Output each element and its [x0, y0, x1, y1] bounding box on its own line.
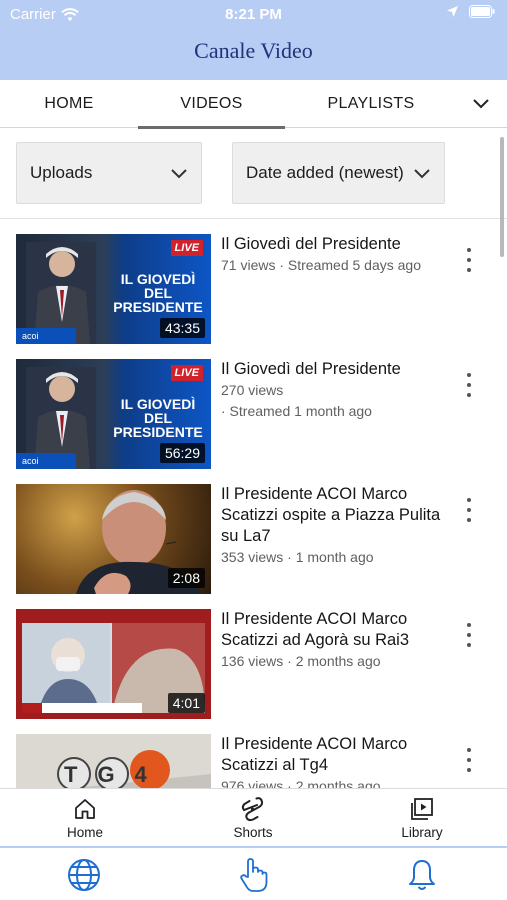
more-dot: [467, 623, 471, 627]
status-time: 8:21 PM: [225, 6, 282, 23]
video-thumbnail[interactable]: 2:08: [16, 484, 211, 594]
bottom-tab-label: Library: [401, 825, 443, 840]
video-info: Il Presidente ACOI Marco Scatizzi al Tg4…: [221, 734, 449, 788]
video-info: Il Presidente ACOI Marco Scatizzi ospite…: [221, 484, 449, 568]
more-dot: [467, 633, 471, 637]
video-list: LIVE IL GIOVEDÌ DEL PRESIDENTE acoi 43:3…: [0, 220, 507, 788]
thumbnail-label: TG4: [64, 762, 167, 787]
bottom-tab-label: Home: [66, 825, 103, 840]
live-badge: LIVE: [170, 240, 203, 256]
more-dot: [467, 268, 471, 272]
video-meta: 136 views · 2 months ago: [221, 653, 381, 669]
more-dot: [467, 258, 471, 262]
bottom-tab-bar: Home Shorts Library: [0, 788, 507, 846]
thumbnail-title: IL GIOVEDÌ DEL PRESIDENTE: [113, 271, 203, 315]
library-icon: [411, 798, 433, 820]
video-meta: 71 views · Streamed 5 days ago: [221, 257, 421, 273]
video-title[interactable]: Il Presidente ACOI Marco Scatizzi al Tg4: [221, 734, 449, 776]
video-duration: 56:29: [159, 443, 205, 463]
more-dot: [467, 498, 471, 502]
sort-dropdown-value: Date added (newest): [246, 163, 404, 182]
status-right: [446, 5, 495, 18]
more-options-button[interactable]: [461, 623, 477, 647]
video-title[interactable]: Il Giovedì del Presidente: [221, 234, 449, 255]
video-duration: 2:08: [167, 568, 205, 588]
more-dot: [467, 383, 471, 387]
bottom-tab-library[interactable]: Library: [362, 795, 482, 840]
thumbnail-title: IL GIOVEDÌ DEL PRESIDENTE: [113, 396, 203, 440]
uploads-dropdown[interactable]: Uploads: [16, 142, 202, 204]
video-info: Il Giovedì del Presidente 270 views · St…: [221, 359, 449, 422]
location-arrow-icon: [447, 6, 458, 17]
chevron-down-icon: [473, 99, 489, 109]
more-options-button[interactable]: [461, 373, 477, 397]
video-thumbnail[interactable]: LIVE IL GIOVEDÌ DEL PRESIDENTE acoi 43:3…: [16, 234, 211, 344]
tab-playlists[interactable]: PLAYLISTS: [285, 80, 457, 128]
video-row[interactable]: TG4 Il Presidente ACOI Marco Scatizzi al…: [0, 720, 507, 788]
video-thumbnail[interactable]: LIVE IL GIOVEDÌ DEL PRESIDENTE acoi 56:2…: [16, 359, 211, 469]
more-options-button[interactable]: [461, 248, 477, 272]
more-options-button[interactable]: [461, 498, 477, 522]
video-title[interactable]: Il Presidente ACOI Marco Scatizzi ad Ago…: [221, 609, 449, 651]
video-row[interactable]: 2:08 Il Presidente ACOI Marco Scatizzi o…: [0, 470, 507, 594]
tabs-more-button[interactable]: [467, 90, 495, 118]
more-dot: [467, 518, 471, 522]
thumbnail-logo: acoi: [16, 328, 76, 344]
shorts-icon: [241, 797, 264, 822]
uploads-dropdown-value: Uploads: [30, 163, 93, 182]
video-views: 270 views: [221, 382, 284, 398]
video-duration: 4:01: [167, 693, 205, 713]
bell-icon: [409, 860, 435, 890]
video-thumbnail[interactable]: TG4: [16, 734, 211, 788]
app-bar: [0, 846, 507, 900]
chevron-down-icon: [414, 169, 430, 179]
video-meta: 976 views · 2 months ago: [221, 778, 381, 788]
more-dot: [467, 758, 471, 762]
chevron-down-icon: [171, 169, 187, 179]
touch-button[interactable]: [233, 856, 273, 894]
tab-home[interactable]: HOME: [0, 80, 138, 128]
hand-pointer-icon: [240, 858, 268, 892]
bottom-tab-shorts[interactable]: Shorts: [193, 795, 313, 840]
live-badge: LIVE: [170, 365, 203, 381]
more-dot: [467, 508, 471, 512]
channel-tabs: HOME VIDEOS PLAYLISTS: [0, 80, 507, 129]
page-title: Canale Video: [194, 38, 313, 63]
video-info: Il Presidente ACOI Marco Scatizzi ad Ago…: [221, 609, 449, 672]
filter-bar: Uploads Date added (newest): [0, 129, 507, 219]
more-options-button[interactable]: [461, 748, 477, 772]
more-dot: [467, 373, 471, 377]
video-title[interactable]: Il Giovedì del Presidente: [221, 359, 449, 380]
more-dot: [467, 768, 471, 772]
video-info: Il Giovedì del Presidente 71 views · Str…: [221, 234, 449, 276]
more-dot: [467, 643, 471, 647]
more-dot: [467, 748, 471, 752]
globe-button[interactable]: [64, 856, 104, 894]
sort-dropdown[interactable]: Date added (newest): [232, 142, 445, 204]
tab-videos[interactable]: VIDEOS: [138, 80, 285, 129]
video-row[interactable]: LIVE IL GIOVEDÌ DEL PRESIDENTE acoi 56:2…: [0, 345, 507, 469]
thumbnail-logo: acoi: [16, 453, 76, 469]
video-thumbnail[interactable]: 4:01: [16, 609, 211, 719]
app-header: Carrier 8:21 PM Canale Video: [0, 0, 507, 80]
video-meta: 353 views · 1 month ago: [221, 549, 374, 565]
status-bar: Carrier 8:21 PM: [0, 0, 507, 28]
video-title[interactable]: Il Presidente ACOI Marco Scatizzi ospite…: [221, 484, 449, 547]
home-icon: [75, 799, 95, 819]
bottom-tab-home[interactable]: Home: [25, 795, 145, 840]
more-dot: [467, 248, 471, 252]
video-duration: 43:35: [159, 318, 205, 338]
video-date: · Streamed 1 month ago: [221, 403, 372, 419]
notifications-button[interactable]: [402, 856, 442, 894]
video-row[interactable]: LIVE IL GIOVEDÌ DEL PRESIDENTE acoi 43:3…: [0, 220, 507, 344]
globe-icon: [68, 859, 100, 891]
battery-icon: [469, 5, 495, 18]
video-row[interactable]: 4:01 Il Presidente ACOI Marco Scatizzi a…: [0, 595, 507, 719]
more-dot: [467, 393, 471, 397]
bottom-tab-label: Shorts: [233, 825, 273, 840]
